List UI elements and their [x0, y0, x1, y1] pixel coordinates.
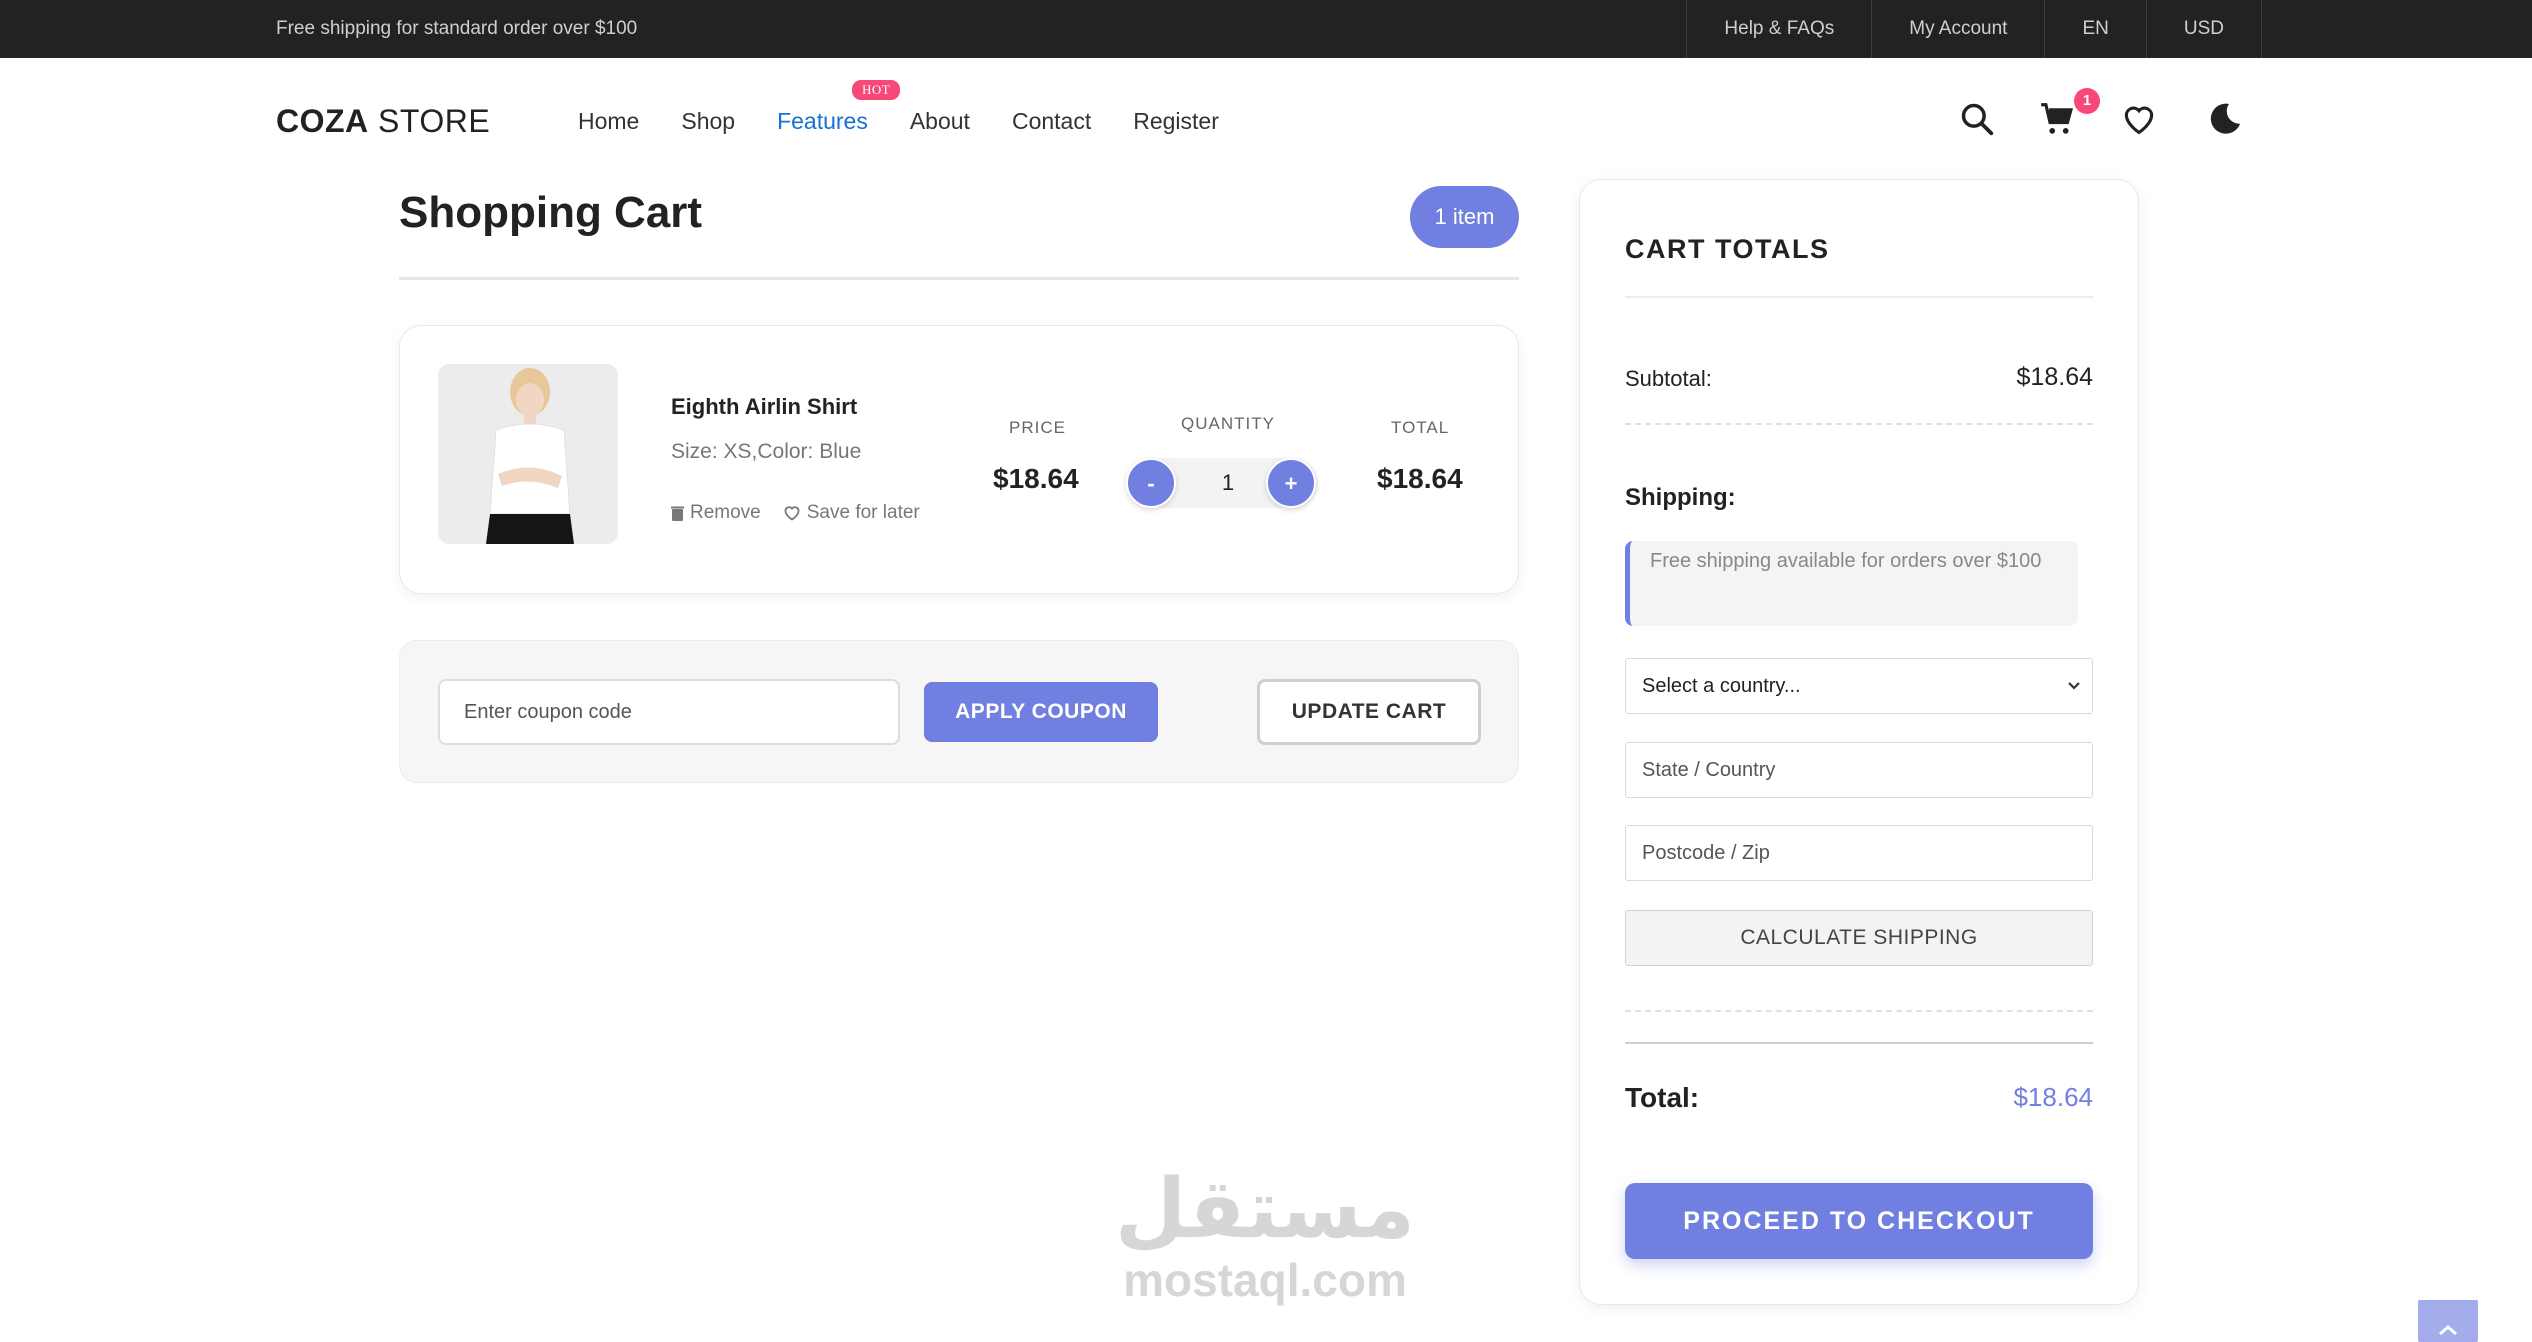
remove-button[interactable]: Remove	[671, 502, 761, 524]
hot-badge: HOT	[852, 80, 901, 100]
help-faqs-link[interactable]: Help & FAQs	[1686, 0, 1871, 58]
trash-icon	[671, 506, 684, 521]
search-icon[interactable]	[1958, 100, 1996, 138]
store-logo[interactable]: COZA STORE	[276, 103, 490, 140]
quantity-stepper: - 1 +	[1126, 458, 1318, 508]
product-name[interactable]: Eighth Airlin Shirt	[671, 394, 857, 420]
postcode-field[interactable]: Postcode / Zip	[1625, 825, 2093, 881]
price-column-label: PRICE	[1009, 418, 1066, 437]
top-links: Help & FAQs My Account EN USD	[1686, 0, 2262, 58]
nav-features[interactable]: Features	[777, 108, 868, 135]
item-price: $18.64	[993, 463, 1079, 494]
nav-register[interactable]: Register	[1133, 108, 1219, 135]
nav-shop[interactable]: Shop	[681, 108, 735, 135]
country-select-value: Select a country...	[1642, 675, 1801, 697]
remove-label: Remove	[690, 502, 761, 523]
grand-total-value: $18.64	[2013, 1082, 2093, 1112]
quantity-increase-button[interactable]: +	[1266, 458, 1316, 508]
totals-divider	[1625, 296, 2093, 298]
free-shipping-note: Free shipping available for orders over …	[1625, 541, 2078, 626]
currency-selector[interactable]: USD	[2145, 0, 2262, 58]
coupon-section: Enter coupon code APPLY COUPON UPDATE CA…	[399, 640, 1519, 783]
top-bar: Free shipping for standard order over $1…	[0, 0, 2532, 58]
page-title: Shopping Cart	[399, 188, 703, 237]
watermark-arabic: مستقل	[1115, 1164, 1415, 1255]
nav-home[interactable]: Home	[578, 108, 639, 135]
cart-totals-panel: CART TOTALS Subtotal: $18.64 Shipping: F…	[1579, 179, 2139, 1305]
nav-contact[interactable]: Contact	[1012, 108, 1091, 135]
subtotal-value: $18.64	[2016, 363, 2093, 391]
my-account-link[interactable]: My Account	[1871, 0, 2044, 58]
product-image[interactable]	[438, 364, 618, 544]
country-select[interactable]: Select a country...	[1625, 658, 2093, 714]
subtotal-divider	[1625, 423, 2093, 425]
moon-icon[interactable]	[2206, 100, 2244, 138]
shipping-label: Shipping:	[1625, 484, 1736, 511]
item-total: $18.64	[1377, 463, 1463, 494]
coupon-input[interactable]: Enter coupon code	[438, 679, 900, 745]
heart-icon[interactable]	[2120, 100, 2158, 138]
state-field[interactable]: State / Country	[1625, 742, 2093, 798]
subtotal-label: Subtotal:	[1625, 366, 1712, 391]
total-column-label: TOTAL	[1391, 418, 1450, 437]
watermark-latin: mostaql.com	[1123, 1254, 1407, 1306]
cart-totals-title: CART TOTALS	[1625, 234, 1830, 264]
save-for-later-label: Save for later	[806, 502, 920, 523]
nav-about[interactable]: About	[910, 108, 970, 135]
promo-text: Free shipping for standard order over $1…	[276, 18, 638, 39]
product-variant: Size: XS,Color: Blue	[671, 440, 862, 463]
apply-coupon-button[interactable]: APPLY COUPON	[924, 682, 1158, 742]
quantity-column-label: QUANTITY	[1181, 414, 1275, 433]
item-count-badge: 1 item	[1410, 186, 1519, 248]
watermark: مستقل mostaql.com	[1110, 1164, 1420, 1306]
item-actions: Remove Save for later	[671, 502, 920, 524]
chevron-up-icon	[2439, 1325, 2457, 1336]
total-divider	[1625, 1042, 2093, 1044]
cart-count-badge: 1	[2074, 88, 2100, 114]
cart-item-card: Eighth Airlin Shirt Size: XS,Color: Blue…	[399, 325, 1519, 594]
cart-icon[interactable]	[2038, 100, 2076, 138]
chevron-down-icon	[2066, 659, 2082, 734]
main-nav: Home Shop Features About Contact Registe…	[578, 108, 1261, 135]
grand-total-label: Total:	[1625, 1082, 1700, 1113]
calculate-shipping-button[interactable]: CALCULATE SHIPPING	[1625, 910, 2093, 966]
title-divider	[399, 277, 1519, 280]
language-selector[interactable]: EN	[2044, 0, 2145, 58]
heart-outline-icon	[784, 506, 800, 521]
save-for-later-button[interactable]: Save for later	[783, 502, 920, 524]
proceed-to-checkout-button[interactable]: PROCEED TO CHECKOUT	[1625, 1183, 2093, 1259]
shipping-divider	[1625, 1010, 2093, 1012]
scroll-to-top-button[interactable]	[2418, 1300, 2478, 1342]
update-cart-button[interactable]: UPDATE CART	[1257, 679, 1481, 745]
